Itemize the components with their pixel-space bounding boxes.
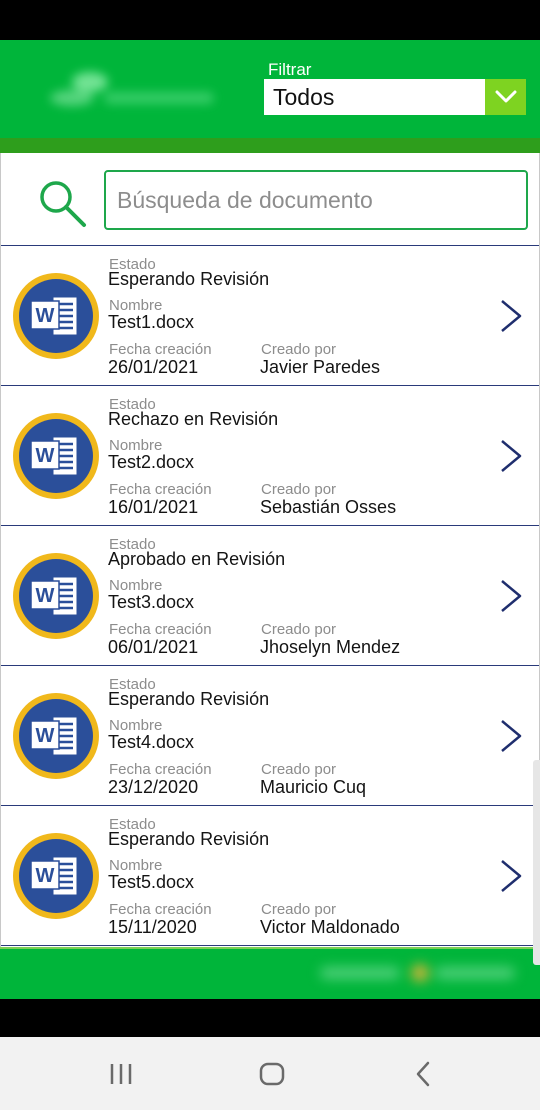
estado-value: Esperando Revisión (108, 829, 270, 849)
fecha-label: Fecha creación (109, 341, 212, 358)
recent-apps-icon (110, 1064, 132, 1084)
screen-gap (0, 999, 540, 1037)
nombre-value: Test1.docx (108, 312, 195, 332)
back-icon (416, 1061, 430, 1087)
fecha-value: 26/01/2021 (108, 357, 199, 377)
creado-value: Victor Maldonado (260, 917, 400, 937)
svg-text:W: W (36, 725, 55, 747)
chevron-right-icon[interactable] (499, 579, 523, 613)
word-document-icon: W (13, 833, 99, 919)
back-button[interactable] (403, 1057, 443, 1091)
word-document-icon: W (13, 553, 99, 639)
creado-value: Jhoselyn Mendez (260, 637, 401, 657)
fecha-value: 16/01/2021 (108, 497, 199, 517)
chevron-right-icon[interactable] (499, 439, 523, 473)
chevron-right-icon[interactable] (499, 719, 523, 753)
edge-panel-handle[interactable] (533, 760, 540, 965)
filter-selected-value: Todos (273, 83, 335, 110)
footer-bar (0, 947, 540, 999)
search-row (1, 153, 539, 246)
search-icon[interactable] (37, 178, 89, 230)
app-logo (50, 72, 214, 106)
estado-value: Esperando Revisión (108, 689, 270, 709)
creado-value: Mauricio Cuq (260, 777, 367, 797)
document-list-item[interactable]: W Estado Esperando Revisión Nombre Test4… (1, 666, 539, 806)
svg-text:W: W (36, 305, 55, 327)
creado-label: Creado por (261, 621, 337, 638)
filter-dropdown-button[interactable] (485, 79, 526, 115)
word-document-icon: W (13, 273, 99, 359)
creado-value: Javier Paredes (260, 357, 381, 377)
creado-label: Creado por (261, 341, 337, 358)
home-icon (259, 1062, 285, 1086)
fecha-label: Fecha creación (109, 901, 212, 918)
filter-label: Filtrar (268, 60, 312, 79)
recent-apps-button[interactable] (101, 1057, 141, 1091)
svg-text:W: W (36, 865, 55, 887)
document-list-item[interactable]: W Estado Esperando Revisión Nombre Test5… (1, 806, 539, 946)
chevron-right-icon[interactable] (499, 859, 523, 893)
creado-label: Creado por (261, 901, 337, 918)
word-document-icon: W (13, 693, 99, 779)
document-list-item[interactable]: W Estado Aprobado en Revisión Nombre Tes… (1, 526, 539, 666)
creado-value: Sebastián Osses (260, 497, 397, 517)
creado-label: Creado por (261, 481, 337, 498)
nombre-value: Test5.docx (108, 872, 195, 892)
fecha-value: 15/11/2020 (108, 917, 197, 937)
header-stripe (0, 138, 540, 153)
fecha-value: 23/12/2020 (108, 777, 199, 797)
svg-text:W: W (36, 445, 55, 467)
estado-value: Rechazo en Revisión (108, 409, 279, 429)
word-document-icon: W (13, 413, 99, 499)
document-list-item[interactable]: W Estado Rechazo en Revisión Nombre Test… (1, 386, 539, 526)
android-nav-bar (0, 1037, 540, 1110)
creado-label: Creado por (261, 761, 337, 778)
fecha-label: Fecha creación (109, 621, 212, 638)
nombre-value: Test2.docx (108, 452, 195, 472)
home-button[interactable] (252, 1057, 292, 1091)
svg-text:W: W (36, 585, 55, 607)
document-list-item[interactable]: W Estado Esperando Revisión Nombre Test1… (1, 246, 539, 386)
document-list: W Estado Esperando Revisión Nombre Test1… (1, 246, 539, 946)
footer-logo (320, 964, 515, 982)
chevron-right-icon[interactable] (499, 299, 523, 333)
fecha-label: Fecha creación (109, 481, 212, 498)
filter-dropdown[interactable]: Todos (264, 79, 526, 115)
nombre-value: Test4.docx (108, 732, 195, 752)
estado-value: Esperando Revisión (108, 269, 270, 289)
nombre-value: Test3.docx (108, 592, 195, 612)
fecha-label: Fecha creación (109, 761, 212, 778)
fecha-value: 06/01/2021 (108, 637, 199, 657)
search-input[interactable] (104, 170, 528, 230)
status-bar (0, 0, 540, 40)
estado-value: Aprobado en Revisión (108, 549, 286, 569)
chevron-down-icon (495, 90, 516, 103)
document-panel: W Estado Esperando Revisión Nombre Test1… (0, 153, 540, 947)
